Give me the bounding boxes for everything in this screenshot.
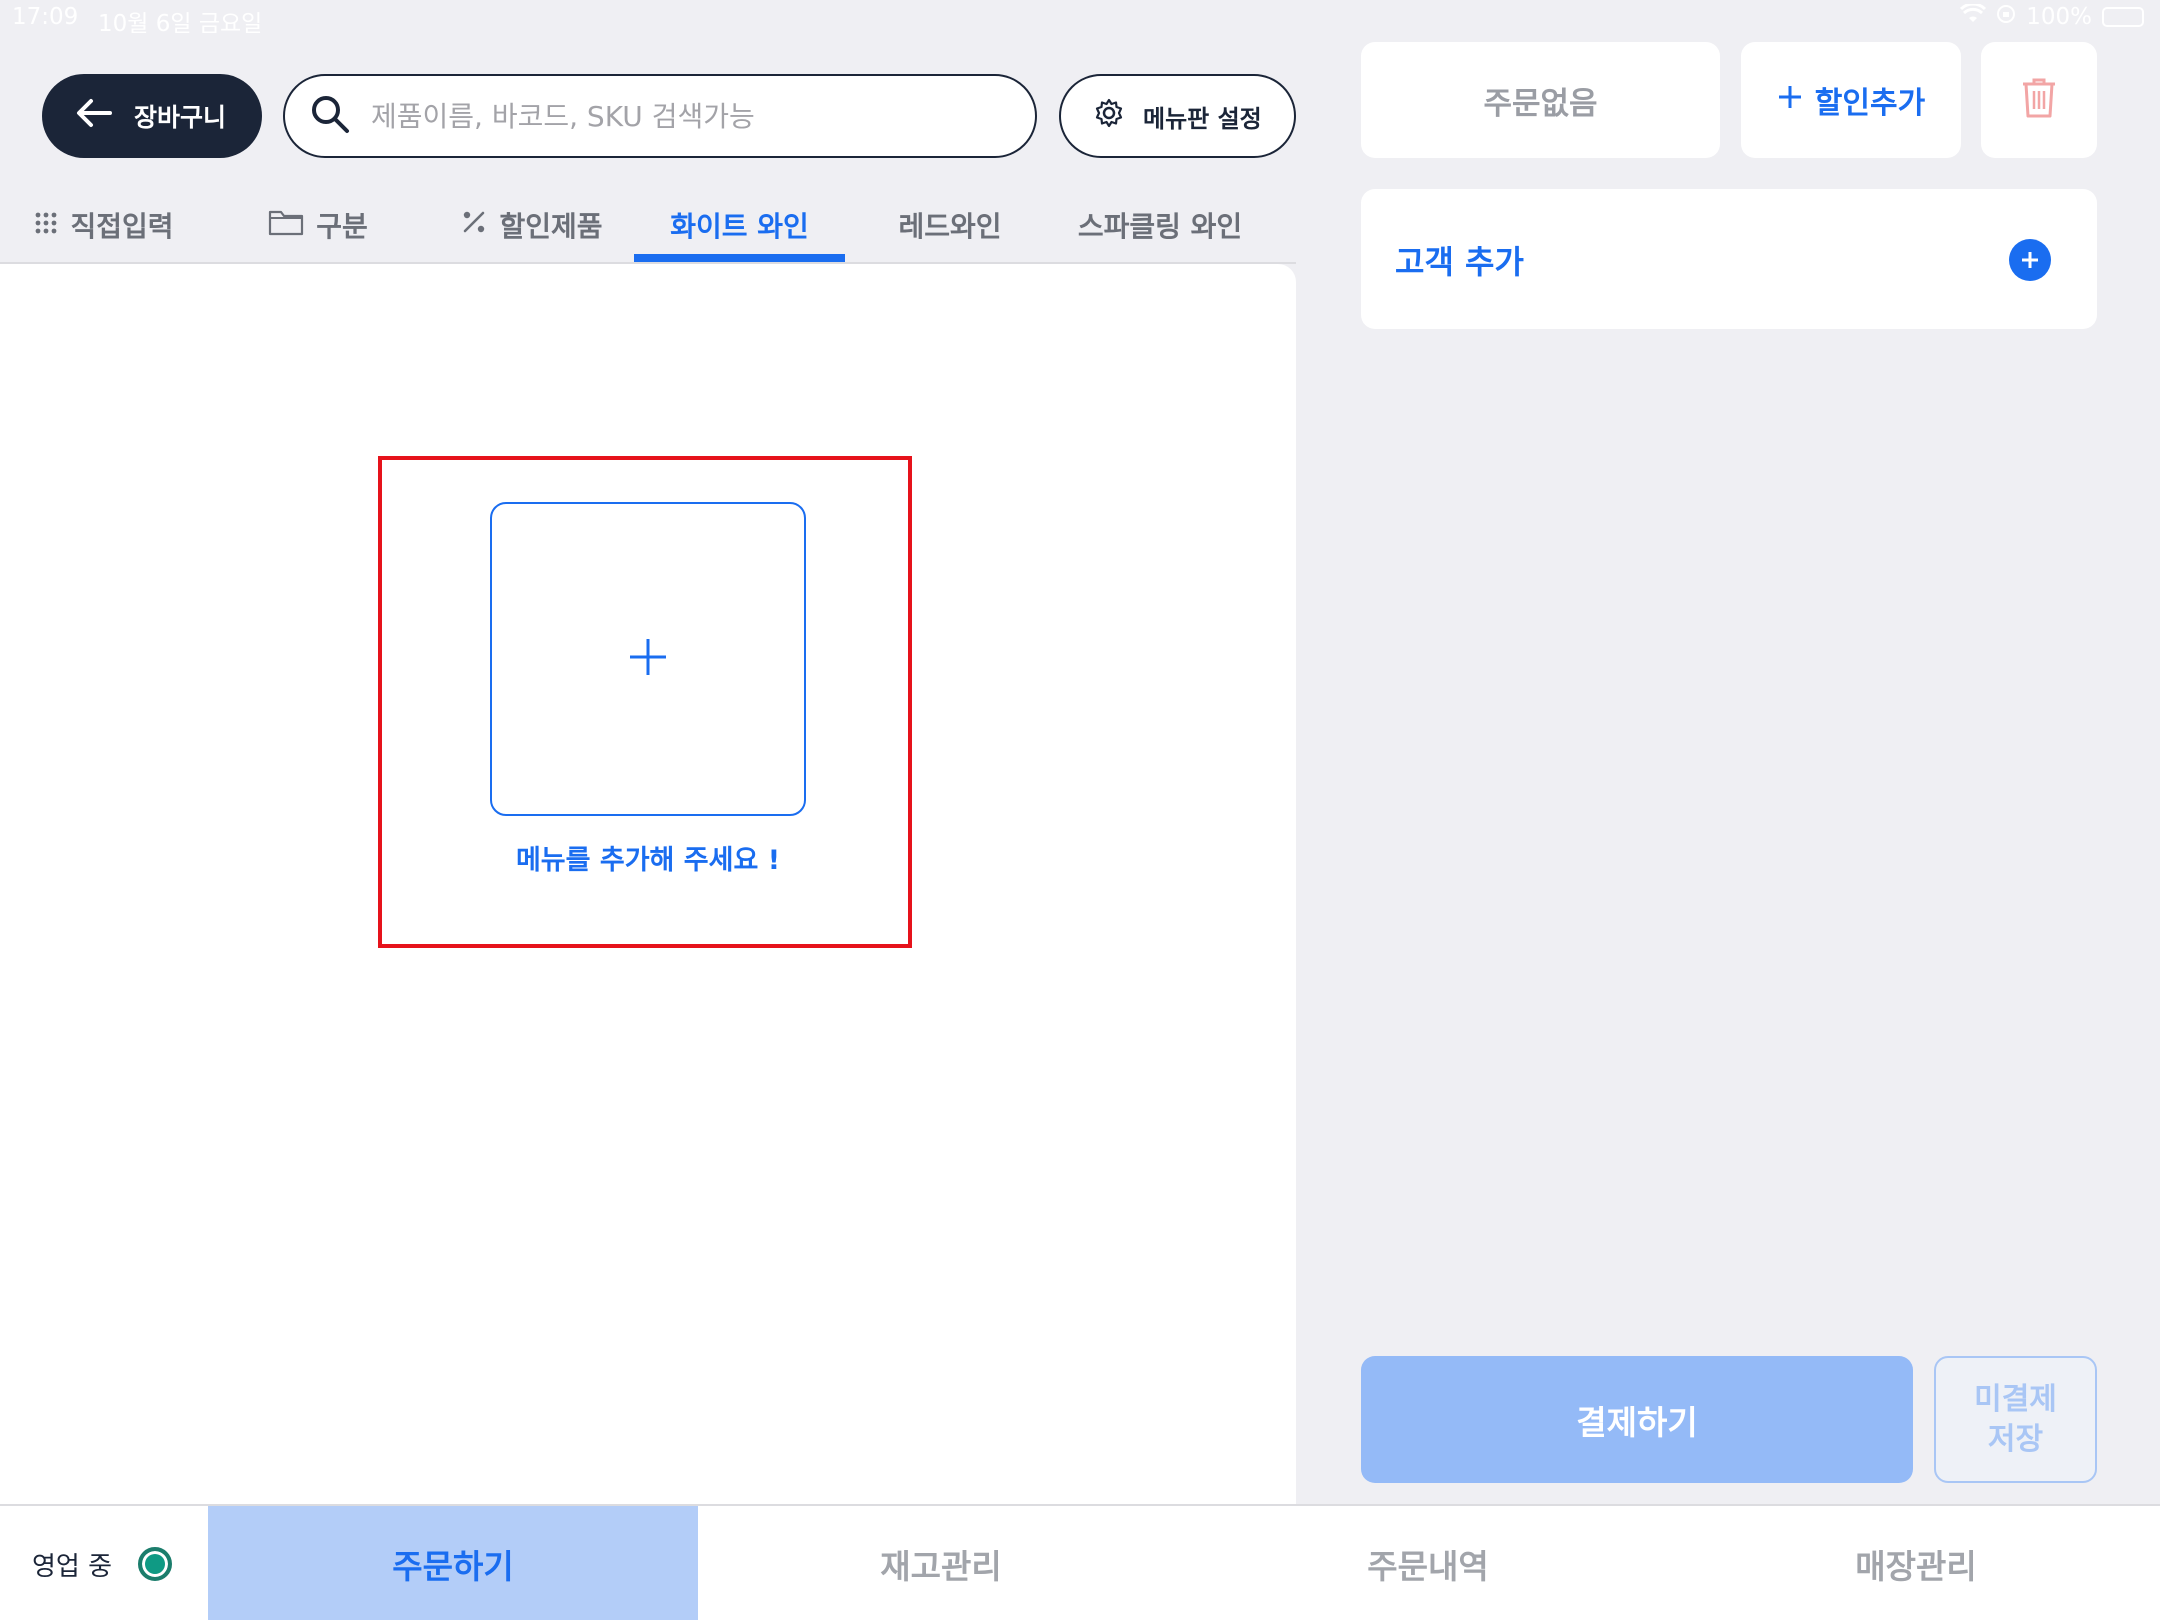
keypad-icon (34, 209, 58, 242)
tab-label: 직접입력 (70, 210, 174, 243)
status-bar: 17:09 10월 6일 금요일 100% (0, 0, 2160, 40)
tab-label: 화이트 와인 (670, 210, 809, 243)
tab-direct-input[interactable]: 직접입력 (24, 186, 184, 264)
tab-discount-products[interactable]: 할인제품 (452, 186, 612, 264)
plus-icon (1777, 83, 1803, 118)
plus-icon (628, 637, 668, 681)
gear-icon (1093, 97, 1125, 135)
trash-icon (2021, 77, 2057, 123)
status-date: 10월 6일 금요일 (98, 11, 263, 37)
pos-app: 17:09 10월 6일 금요일 100% 장바구니 메뉴판 설정 (0, 0, 2160, 1620)
add-customer-card[interactable]: 고객 추가 (1361, 189, 2097, 329)
tab-category[interactable]: 구분 (258, 186, 378, 264)
add-menu-prompt: 메뉴를 추가해 주세요 ! (515, 845, 781, 876)
nav-order[interactable]: 주문하기 (208, 1506, 698, 1620)
add-menu-tile[interactable] (490, 502, 806, 816)
status-dot-icon (138, 1547, 173, 1581)
wifi-icon (1960, 2, 1987, 30)
search-icon (309, 93, 351, 139)
save-unpaid-button[interactable]: 미결제 저장 (1934, 1356, 2097, 1483)
status-indicators: 100% (1960, 2, 2144, 30)
business-status[interactable]: 영업 중 (0, 1506, 208, 1620)
menu-setting-label: 메뉴판 설정 (1143, 104, 1262, 133)
save-unpaid-line2: 저장 (1987, 1421, 2044, 1457)
order-status: 주문없음 (1361, 42, 1720, 158)
battery-icon (2102, 7, 2144, 27)
arrow-left-icon (76, 98, 112, 134)
battery-percent: 100% (2026, 4, 2092, 30)
tab-red-wine[interactable]: 레드와인 (880, 186, 1020, 264)
folder-icon (268, 208, 304, 243)
search-bar[interactable] (283, 74, 1037, 158)
menu-setting-button[interactable]: 메뉴판 설정 (1059, 74, 1296, 158)
delete-order-button[interactable] (1981, 42, 2097, 158)
nav-order-history[interactable]: 주문내역 (1184, 1506, 1672, 1620)
add-discount-label: 할인추가 (1814, 86, 1926, 121)
plus-circle-icon[interactable] (2009, 239, 2051, 281)
tab-sparkling-wine[interactable]: 스파클링 와인 (1060, 186, 1260, 264)
pay-button[interactable]: 결제하기 (1361, 1356, 1913, 1483)
tab-label: 스파클링 와인 (1077, 210, 1243, 243)
save-unpaid-line1: 미결제 (1974, 1381, 2057, 1417)
tab-label: 할인제품 (499, 210, 603, 243)
cart-back-button[interactable]: 장바구니 (42, 74, 262, 158)
search-input[interactable] (371, 99, 991, 133)
status-time: 17:09 (12, 4, 79, 30)
orientation-lock-icon (1996, 4, 2016, 30)
tab-white-wine[interactable]: 화이트 와인 (634, 186, 845, 264)
nav-store-management[interactable]: 매장관리 (1672, 1506, 2160, 1620)
category-tabs: 직접입력 구분 할인제품 화이트 와인 레드와인 스파클링 와인 (0, 186, 1296, 264)
business-status-label: 영업 중 (32, 1551, 113, 1582)
nav-inventory[interactable]: 재고관리 (698, 1506, 1184, 1620)
add-customer-label: 고객 추가 (1395, 243, 1524, 281)
bottom-navigation: 영업 중 주문하기 재고관리 주문내역 매장관리 (0, 1504, 2160, 1620)
active-tab-indicator (634, 254, 845, 262)
cart-back-label: 장바구니 (134, 103, 227, 132)
percent-icon (461, 209, 487, 242)
tab-label: 레드와인 (898, 210, 1002, 243)
add-discount-button[interactable]: 할인추가 (1741, 42, 1961, 158)
tab-label: 구분 (316, 210, 368, 243)
